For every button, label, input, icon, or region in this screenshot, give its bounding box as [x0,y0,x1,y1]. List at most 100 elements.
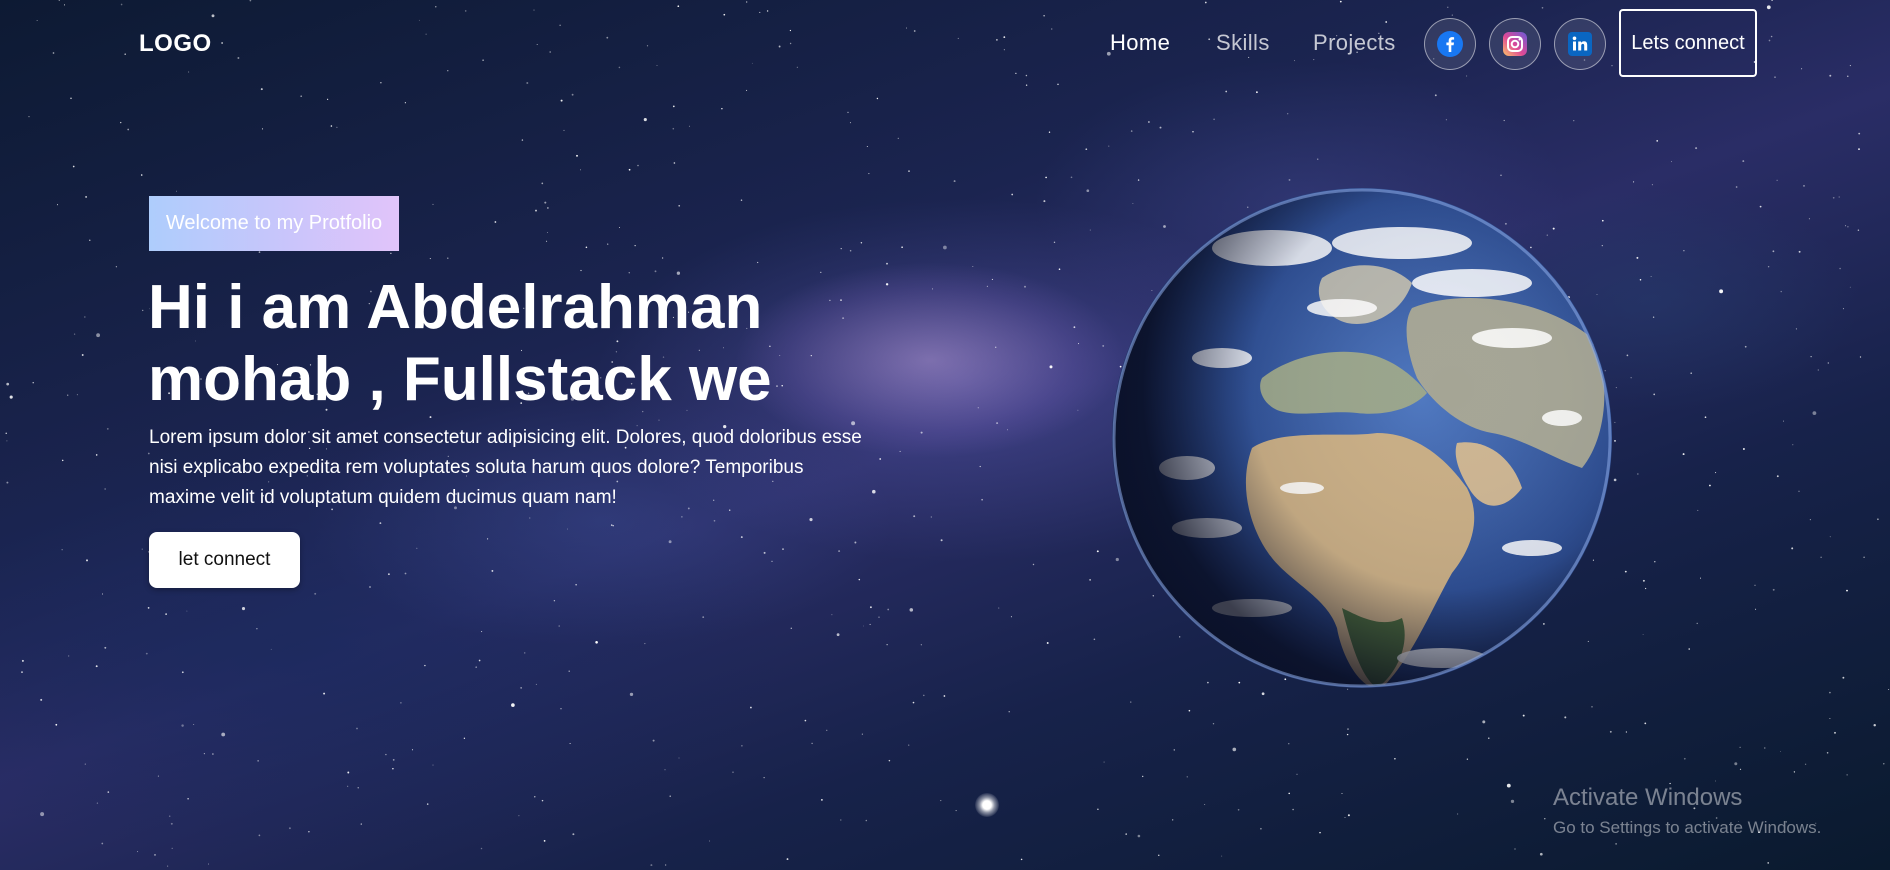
star [529,517,531,519]
star [165,613,167,615]
star [535,209,537,212]
star [575,584,577,586]
star [943,245,947,250]
facebook-link[interactable] [1424,18,1476,70]
nav-link-projects[interactable]: Projects [1313,30,1396,56]
star [256,628,258,630]
star [741,745,743,747]
star [1341,792,1343,795]
star [1613,478,1617,482]
star [1776,475,1779,478]
lets-connect-button[interactable]: Lets connect [1619,9,1757,77]
star [1715,780,1716,782]
logo[interactable]: LOGO [139,30,212,58]
star [411,749,414,751]
instagram-link[interactable] [1489,18,1541,70]
star [771,560,773,562]
star [392,759,395,761]
star [32,382,34,384]
star [1653,393,1656,396]
star [157,775,159,777]
star [652,739,655,742]
star [658,419,660,421]
star [887,608,890,611]
star [176,190,178,192]
star [553,600,556,602]
star [432,764,434,766]
star [1839,267,1841,270]
star [1633,181,1635,183]
star [1630,377,1632,379]
star [9,395,13,399]
star [838,550,841,553]
star [5,432,7,434]
star [1755,608,1757,610]
star [314,592,317,595]
linkedin-icon [1568,32,1592,56]
star [1682,453,1685,456]
star [757,261,759,264]
star [1817,369,1819,371]
star [1739,768,1742,770]
star [1296,773,1298,775]
star [308,831,310,833]
star [863,625,864,627]
star [385,753,387,756]
hero-description: Lorem ipsum dolor sit amet consectetur a… [149,427,862,508]
star [475,666,477,668]
star [672,105,675,108]
star [491,569,494,572]
star [1445,119,1447,121]
star [1832,196,1835,199]
star [1103,761,1105,763]
star [40,812,45,817]
star [330,125,333,127]
star [746,89,748,91]
star [847,111,849,114]
let-connect-button[interactable]: let connect [149,532,300,588]
star [908,744,910,746]
star [61,549,63,551]
star [849,122,851,124]
star [1212,723,1215,725]
linkedin-link[interactable] [1554,18,1606,70]
star [102,593,103,595]
star [447,257,449,259]
star [171,847,173,850]
star [897,137,899,140]
star [1791,547,1794,550]
star [181,724,184,727]
star [865,819,868,822]
star [986,285,989,287]
star [1102,344,1105,347]
star [1256,91,1258,94]
nav-link-skills[interactable]: Skills [1216,30,1270,56]
star [1636,256,1639,259]
star [1808,218,1810,220]
star [560,99,563,102]
nav-link-home[interactable]: Home [1110,30,1170,56]
star [1699,577,1702,579]
star [1809,519,1811,521]
star [6,440,8,442]
star [672,127,675,130]
star [147,607,150,609]
star [1625,731,1628,733]
star [347,771,350,774]
star [618,227,620,229]
star [424,664,426,667]
star [327,98,329,100]
star [379,522,382,525]
star [669,795,671,797]
star [1260,827,1262,830]
star [70,97,72,100]
star [1826,752,1829,754]
star [826,729,828,731]
star [1347,728,1349,731]
star [860,242,863,244]
star [678,757,680,759]
star [912,701,915,704]
star [1842,308,1844,310]
star [1804,763,1807,765]
star [1637,473,1639,475]
